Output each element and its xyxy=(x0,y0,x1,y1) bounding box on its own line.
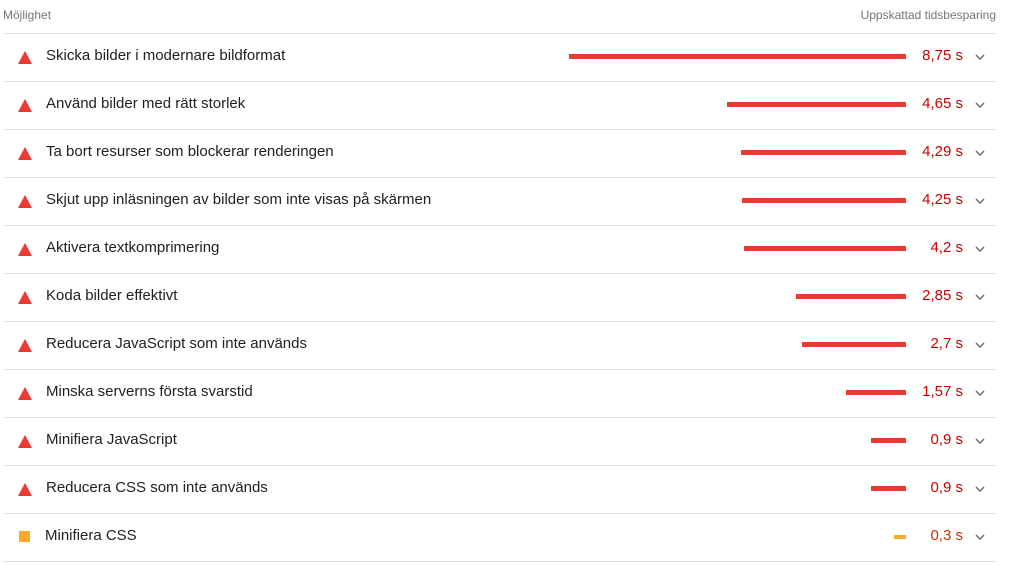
warning-triangle-icon xyxy=(18,195,32,208)
savings-value: 2,85 s xyxy=(922,287,963,304)
warning-triangle-icon xyxy=(18,339,32,352)
savings-bar xyxy=(894,535,906,539)
savings-bar xyxy=(727,102,906,107)
opportunity-title: Skicka bilder i modernare bildformat xyxy=(46,47,286,64)
column-header-opportunity: Möjlighet xyxy=(3,8,52,22)
savings-bar xyxy=(802,342,906,347)
chevron-down-icon[interactable] xyxy=(973,434,987,448)
opportunity-title: Reducera CSS som inte används xyxy=(46,479,268,496)
savings-bar xyxy=(744,246,906,251)
savings-bar xyxy=(742,198,906,203)
savings-bar xyxy=(569,54,906,59)
warning-triangle-icon xyxy=(18,51,32,64)
savings-value: 2,7 s xyxy=(930,335,963,352)
savings-value: 8,75 s xyxy=(922,47,963,64)
warning-square-icon xyxy=(19,531,30,542)
opportunity-row[interactable]: Minska serverns första svarstid 1,57 s xyxy=(3,370,996,418)
opportunity-row[interactable]: Minifiera CSS 0,3 s xyxy=(3,514,996,562)
opportunities-panel: Möjlighet Uppskattad tidsbesparing Skick… xyxy=(0,0,1015,565)
opportunity-row[interactable]: Koda bilder effektivt 2,85 s xyxy=(3,274,996,322)
opportunity-title: Minifiera JavaScript xyxy=(46,431,177,448)
savings-value: 0,9 s xyxy=(930,479,963,496)
savings-value: 0,9 s xyxy=(930,431,963,448)
savings-value: 4,2 s xyxy=(930,239,963,256)
chevron-down-icon[interactable] xyxy=(973,290,987,304)
savings-bar xyxy=(741,150,906,155)
chevron-down-icon[interactable] xyxy=(973,482,987,496)
warning-triangle-icon xyxy=(18,99,32,112)
opportunity-title: Ta bort resurser som blockerar rendering… xyxy=(46,143,334,160)
opportunity-row[interactable]: Skicka bilder i modernare bildformat 8,75… xyxy=(3,34,996,82)
chevron-down-icon[interactable] xyxy=(973,50,987,64)
opportunity-row[interactable]: Aktivera textkomprimering 4,2 s xyxy=(3,226,996,274)
opportunities-header: Möjlighet Uppskattad tidsbesparing xyxy=(0,0,996,33)
chevron-down-icon[interactable] xyxy=(973,242,987,256)
opportunity-title: Minska serverns första svarstid xyxy=(46,383,253,400)
savings-bar xyxy=(871,438,906,443)
chevron-down-icon[interactable] xyxy=(973,194,987,208)
savings-bar xyxy=(846,390,906,395)
warning-triangle-icon xyxy=(18,243,32,256)
savings-bar xyxy=(796,294,906,299)
opportunity-title: Minifiera CSS xyxy=(45,527,137,544)
opportunities-list: Skicka bilder i modernare bildformat 8,75… xyxy=(3,33,996,562)
opportunity-row[interactable]: Minifiera JavaScript 0,9 s xyxy=(3,418,996,466)
opportunity-title: Använd bilder med rätt storlek xyxy=(46,95,246,112)
warning-triangle-icon xyxy=(18,483,32,496)
warning-triangle-icon xyxy=(18,147,32,160)
savings-value: 1,57 s xyxy=(922,383,963,400)
opportunity-title: Reducera JavaScript som inte används xyxy=(46,335,307,352)
opportunity-row[interactable]: Reducera CSS som inte används 0,9 s xyxy=(3,466,996,514)
warning-triangle-icon xyxy=(18,291,32,304)
savings-value: 4,65 s xyxy=(922,95,963,112)
opportunity-row[interactable]: Skjut upp inläsningen av bilder som inte… xyxy=(3,178,996,226)
column-header-estimated-savings: Uppskattad tidsbesparing xyxy=(860,8,996,22)
opportunity-row[interactable]: Ta bort resurser som blockerar rendering… xyxy=(3,130,996,178)
savings-value: 4,29 s xyxy=(922,143,963,160)
chevron-down-icon[interactable] xyxy=(973,146,987,160)
opportunity-title: Skjut upp inläsningen av bilder som inte… xyxy=(46,191,432,208)
warning-triangle-icon xyxy=(18,435,32,448)
savings-bar xyxy=(871,486,906,491)
chevron-down-icon[interactable] xyxy=(973,530,987,544)
opportunity-title: Aktivera textkomprimering xyxy=(46,239,220,256)
chevron-down-icon[interactable] xyxy=(973,386,987,400)
opportunity-row[interactable]: Använd bilder med rätt storlek 4,65 s xyxy=(3,82,996,130)
savings-value: 4,25 s xyxy=(922,191,963,208)
warning-triangle-icon xyxy=(18,387,32,400)
chevron-down-icon[interactable] xyxy=(973,98,987,112)
savings-value: 0,3 s xyxy=(930,527,963,544)
chevron-down-icon[interactable] xyxy=(973,338,987,352)
opportunity-row[interactable]: Reducera JavaScript som inte används 2,7 … xyxy=(3,322,996,370)
opportunity-title: Koda bilder effektivt xyxy=(46,287,178,304)
